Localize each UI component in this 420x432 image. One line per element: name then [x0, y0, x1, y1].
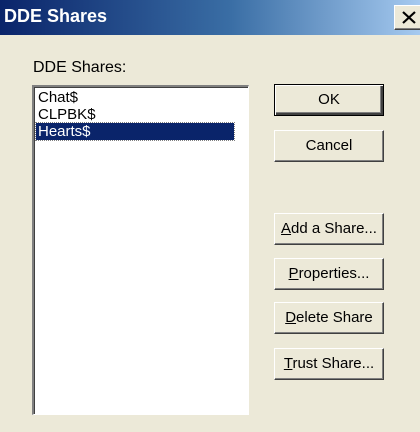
close-button[interactable] [394, 5, 420, 30]
shares-list-label: DDE Shares: [33, 59, 127, 76]
delete-share-label: elete Share [296, 309, 373, 326]
delete-share-button[interactable]: Delete Share [274, 302, 384, 334]
shares-list: Chat$ CLPBK$ Hearts$ [35, 89, 246, 141]
add-share-mnemonic: A [281, 220, 292, 237]
ok-button-label: OK [318, 91, 340, 108]
window-title: DDE Shares [4, 6, 108, 26]
close-icon [402, 11, 416, 24]
title-bar[interactable]: DDE Shares [0, 0, 420, 35]
trust-share-label: rust Share... [292, 355, 375, 372]
share-list-item[interactable]: CLPBK$ [36, 106, 246, 123]
share-list-item[interactable]: Hearts$ [35, 122, 235, 141]
add-share-label: dd a Share... [291, 220, 377, 237]
share-list-item[interactable]: Chat$ [36, 89, 246, 106]
properties-mnemonic: P [288, 265, 299, 282]
delete-share-mnemonic: D [285, 309, 297, 326]
properties-button[interactable]: Properties... [274, 258, 384, 290]
ok-button[interactable]: OK [274, 84, 384, 116]
properties-label: roperties... [298, 265, 370, 282]
shares-listbox[interactable]: Chat$ CLPBK$ Hearts$ [32, 85, 249, 415]
trust-share-button[interactable]: Trust Share... [274, 348, 384, 380]
cancel-button-label: Cancel [305, 137, 353, 154]
cancel-button[interactable]: Cancel [274, 130, 384, 162]
add-share-button[interactable]: Add a Share... [274, 213, 384, 245]
dde-shares-dialog: DDE Shares DDE Shares: Chat$ CLPBK$ Hearts… [0, 0, 420, 432]
